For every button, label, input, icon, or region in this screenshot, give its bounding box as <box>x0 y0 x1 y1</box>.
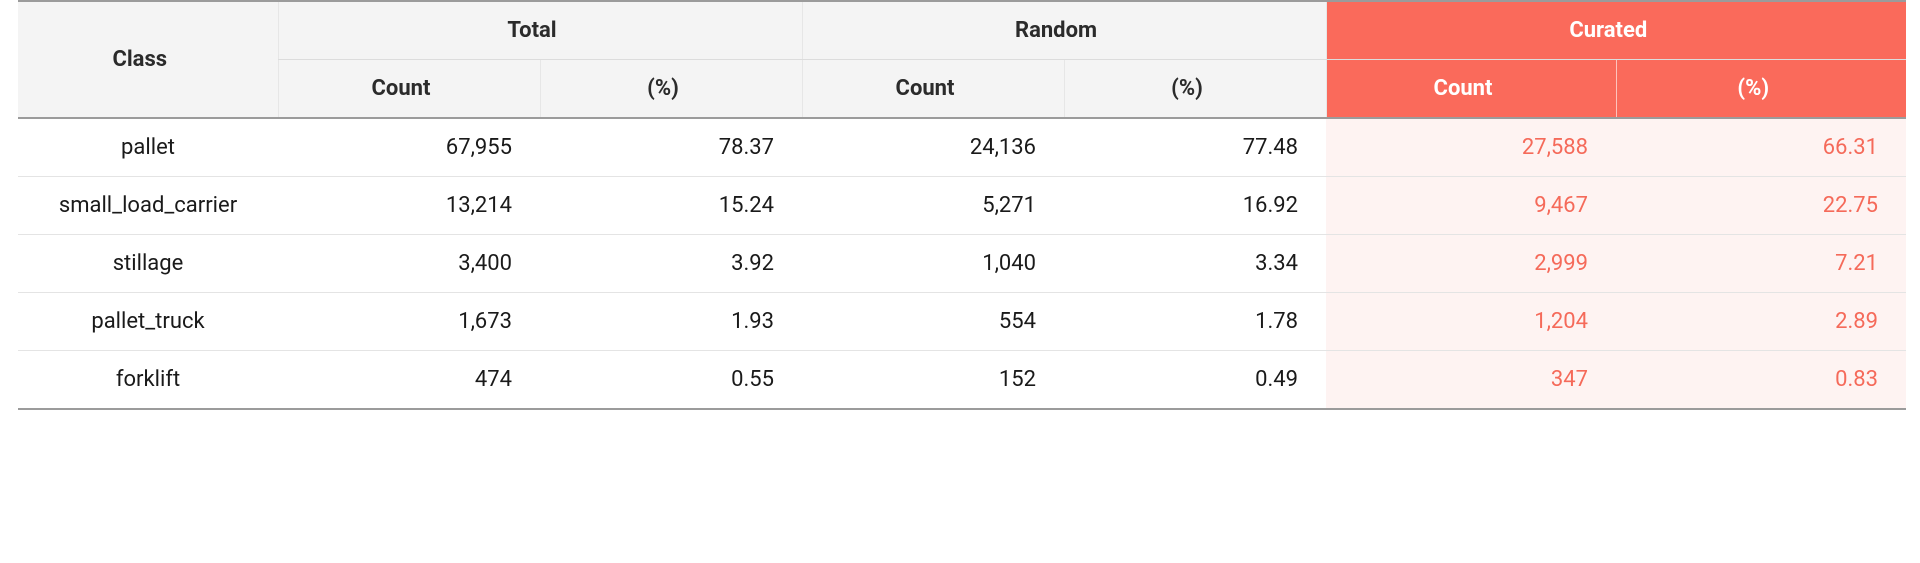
table-row: small_load_carrier 13,214 15.24 5,271 16… <box>18 177 1906 235</box>
cell-class: stillage <box>18 235 278 293</box>
table-row: forklift 474 0.55 152 0.49 347 0.83 <box>18 351 1906 410</box>
header-random-pct: (%) <box>1064 60 1326 119</box>
header-curated-pct: (%) <box>1616 60 1906 119</box>
header-group-curated: Curated <box>1326 1 1906 60</box>
cell-total-pct: 3.92 <box>540 235 802 293</box>
cell-total-count: 3,400 <box>278 235 540 293</box>
header-group-random: Random <box>802 1 1326 60</box>
cell-total-pct: 15.24 <box>540 177 802 235</box>
header-total-pct: (%) <box>540 60 802 119</box>
table-row: pallet_truck 1,673 1.93 554 1.78 1,204 2… <box>18 293 1906 351</box>
table-row: pallet 67,955 78.37 24,136 77.48 27,588 … <box>18 118 1906 177</box>
cell-total-pct: 78.37 <box>540 118 802 177</box>
cell-random-pct: 0.49 <box>1064 351 1326 410</box>
cell-curated-pct: 0.83 <box>1616 351 1906 410</box>
header-curated-count: Count <box>1326 60 1616 119</box>
cell-random-count: 24,136 <box>802 118 1064 177</box>
cell-random-count: 554 <box>802 293 1064 351</box>
cell-class: pallet_truck <box>18 293 278 351</box>
cell-random-count: 152 <box>802 351 1064 410</box>
cell-class: forklift <box>18 351 278 410</box>
cell-random-count: 1,040 <box>802 235 1064 293</box>
cell-random-pct: 3.34 <box>1064 235 1326 293</box>
cell-random-pct: 1.78 <box>1064 293 1326 351</box>
cell-curated-count: 347 <box>1326 351 1616 410</box>
cell-curated-count: 27,588 <box>1326 118 1616 177</box>
cell-random-pct: 77.48 <box>1064 118 1326 177</box>
header-group-total: Total <box>278 1 802 60</box>
header-class: Class <box>18 1 278 118</box>
cell-total-pct: 0.55 <box>540 351 802 410</box>
cell-curated-count: 2,999 <box>1326 235 1616 293</box>
cell-curated-pct: 2.89 <box>1616 293 1906 351</box>
cell-total-pct: 1.93 <box>540 293 802 351</box>
table-row: stillage 3,400 3.92 1,040 3.34 2,999 7.2… <box>18 235 1906 293</box>
cell-class: pallet <box>18 118 278 177</box>
cell-curated-count: 9,467 <box>1326 177 1616 235</box>
cell-curated-pct: 66.31 <box>1616 118 1906 177</box>
cell-curated-pct: 7.21 <box>1616 235 1906 293</box>
cell-random-pct: 16.92 <box>1064 177 1326 235</box>
cell-random-count: 5,271 <box>802 177 1064 235</box>
cell-class: small_load_carrier <box>18 177 278 235</box>
cell-total-count: 13,214 <box>278 177 540 235</box>
header-random-count: Count <box>802 60 1064 119</box>
cell-total-count: 474 <box>278 351 540 410</box>
header-total-count: Count <box>278 60 540 119</box>
cell-total-count: 1,673 <box>278 293 540 351</box>
class-distribution-table: Class Total Random Curated Count (%) Cou… <box>18 0 1906 410</box>
cell-total-count: 67,955 <box>278 118 540 177</box>
cell-curated-pct: 22.75 <box>1616 177 1906 235</box>
cell-curated-count: 1,204 <box>1326 293 1616 351</box>
